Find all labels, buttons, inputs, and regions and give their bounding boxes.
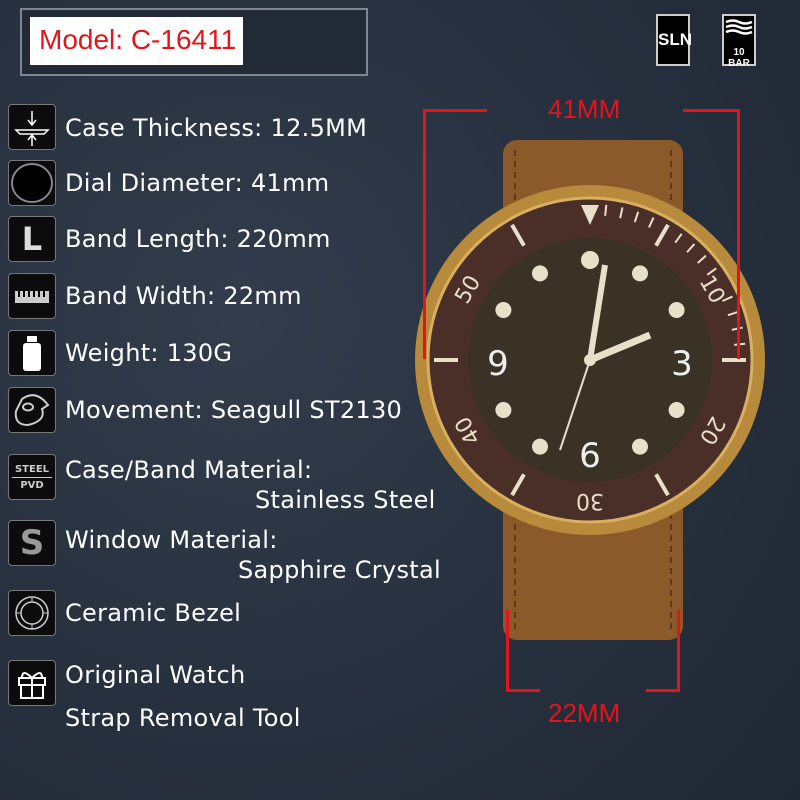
- dimension-line: [677, 610, 680, 692]
- numeral-3: 3: [671, 344, 693, 384]
- waves-icon: [725, 19, 753, 35]
- spec-case-thickness: Case Thickness: 12.5MM: [65, 114, 368, 142]
- dimension-line: [506, 689, 540, 692]
- dimension-line: [506, 610, 509, 692]
- hour-marker: [495, 402, 512, 418]
- spec-material-label: Case/Band Material:: [65, 456, 313, 484]
- model-number: Model: C-16411: [39, 24, 237, 55]
- hour-marker: [532, 265, 548, 282]
- case-thickness-icon: [8, 104, 56, 150]
- band-length-icon: L: [8, 216, 56, 262]
- movement-icon: [8, 387, 56, 433]
- spec-window-label: Window Material:: [65, 526, 278, 554]
- weight-icon: [8, 330, 56, 376]
- bezel-tick: [604, 204, 608, 216]
- pvd-label: PVD: [12, 476, 52, 491]
- dimension-line: [683, 109, 740, 112]
- hour-marker: [632, 438, 648, 455]
- spec-band-length: Band Length: 220mm: [65, 225, 331, 253]
- hour-marker: [632, 265, 648, 282]
- hour-marker: [668, 302, 685, 318]
- hour-marker: [495, 302, 512, 318]
- spec-dial-diameter: Dial Diameter: 41mm: [65, 169, 330, 197]
- band-width-ruler-icon: [8, 273, 56, 319]
- sln-lume-badge: SLN: [656, 14, 692, 66]
- dimension-line: [646, 689, 680, 692]
- water-resistance-badge: 10 BAR: [722, 14, 756, 69]
- case-width-label: 41MM: [548, 94, 621, 124]
- spec-accessory-line2: Strap Removal Tool: [65, 704, 301, 732]
- steel-label: STEEL: [14, 463, 50, 475]
- steel-pvd-icon: STEEL PVD: [8, 454, 56, 500]
- watch-image: 1020304050 3 6 9: [415, 140, 765, 640]
- gift-icon: [8, 660, 56, 706]
- dimension-line: [423, 109, 487, 112]
- spec-band-width: Band Width: 22mm: [65, 282, 302, 310]
- numeral-6: 6: [579, 436, 601, 476]
- dimension-line: [737, 109, 740, 359]
- bezel-numeral: 30: [576, 488, 604, 513]
- numeral-9: 9: [487, 344, 509, 384]
- hour-marker: [668, 402, 685, 418]
- spec-accessory-line1: Original Watch: [65, 661, 246, 689]
- spec-movement: Movement: Seagull ST2130: [65, 396, 403, 424]
- hour-marker: [581, 251, 599, 269]
- sapphire-icon: S: [8, 520, 56, 566]
- ceramic-bezel-icon: [8, 590, 56, 636]
- dial-diameter-icon: [8, 160, 56, 206]
- spec-bezel: Ceramic Bezel: [65, 599, 242, 627]
- strap-width-label: 22MM: [548, 698, 621, 728]
- hour-marker: [532, 438, 548, 455]
- spec-weight: Weight: 130G: [65, 339, 233, 367]
- dimension-line: [423, 109, 426, 359]
